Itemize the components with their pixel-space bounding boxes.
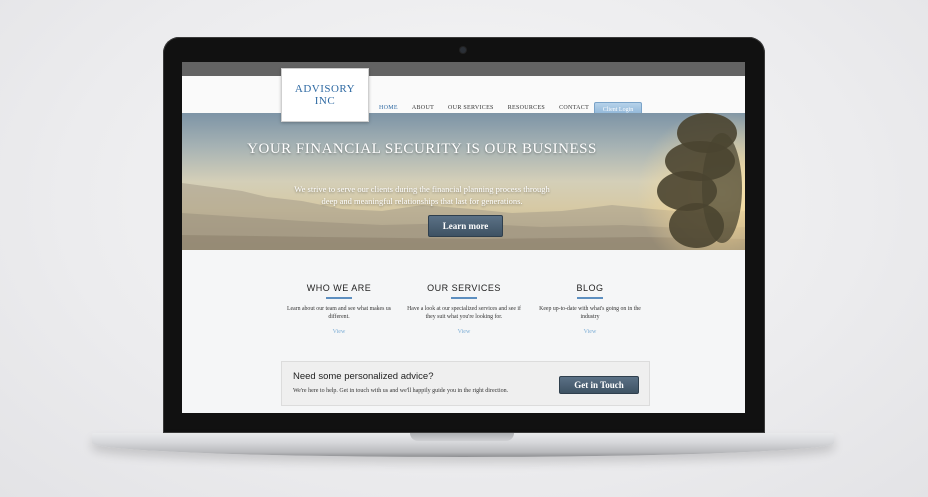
title-underline [326, 297, 352, 299]
main-nav: HOME ABOUT OUR SERVICES RESOURCES CONTAC… [379, 105, 589, 111]
camera-icon [460, 47, 466, 53]
nav-home[interactable]: HOME [379, 105, 398, 111]
title-underline [577, 297, 603, 299]
site-header: HOME ABOUT OUR SERVICES RESOURCES CONTAC… [182, 76, 745, 117]
browser-top-strip [182, 62, 745, 76]
title-underline [451, 297, 477, 299]
nav-contact[interactable]: CONTACT [559, 105, 589, 111]
callout-text: We're here to help. Get in touch with us… [293, 388, 509, 394]
section-text: Learn about our team and see what makes … [287, 306, 391, 320]
laptop-screen: HOME ABOUT OUR SERVICES RESOURCES CONTAC… [182, 62, 745, 413]
view-link[interactable]: View [279, 329, 399, 335]
logo-line-2: INC [314, 95, 336, 107]
view-link[interactable]: View [404, 329, 524, 335]
section-title: OUR SERVICES [427, 283, 501, 293]
blog-section: BLOG Keep up-to-date with what's going o… [530, 283, 650, 335]
nav-our-services[interactable]: OUR SERVICES [448, 105, 494, 111]
callout-title: Need some personalized advice? [293, 371, 434, 382]
hero-subtitle: We strive to serve our clients during th… [294, 184, 550, 206]
section-title: WHO WE ARE [306, 283, 372, 293]
nav-resources[interactable]: RESOURCES [508, 105, 545, 111]
get-in-touch-button[interactable]: Get in Touch [559, 376, 639, 394]
site-logo[interactable]: ADVISORY INC [281, 68, 369, 122]
hero-title: YOUR FINANCIAL SECURITY IS OUR BUSINESS [247, 141, 597, 157]
section-title: BLOG [576, 283, 604, 293]
our-services-section: OUR SERVICES Have a look at our speciali… [404, 283, 524, 335]
hero-banner: YOUR FINANCIAL SECURITY IS OUR BUSINESS … [182, 113, 745, 250]
advice-callout: Need some personalized advice? We're her… [281, 361, 650, 406]
logo-line-1: ADVISORY [294, 83, 356, 95]
nav-about[interactable]: ABOUT [412, 105, 434, 111]
laptop-notch [410, 433, 514, 441]
learn-more-button[interactable]: Learn more [428, 215, 503, 237]
view-link[interactable]: View [530, 329, 650, 335]
who-we-are-section: WHO WE ARE Learn about our team and see … [279, 283, 399, 335]
section-text: Keep up-to-date with what's going on in … [539, 306, 641, 320]
section-text: Have a look at our specialized services … [407, 306, 521, 320]
laptop-bezel: HOME ABOUT OUR SERVICES RESOURCES CONTAC… [163, 37, 765, 433]
tree-silhouette [657, 113, 745, 250]
laptop-base [92, 433, 834, 457]
